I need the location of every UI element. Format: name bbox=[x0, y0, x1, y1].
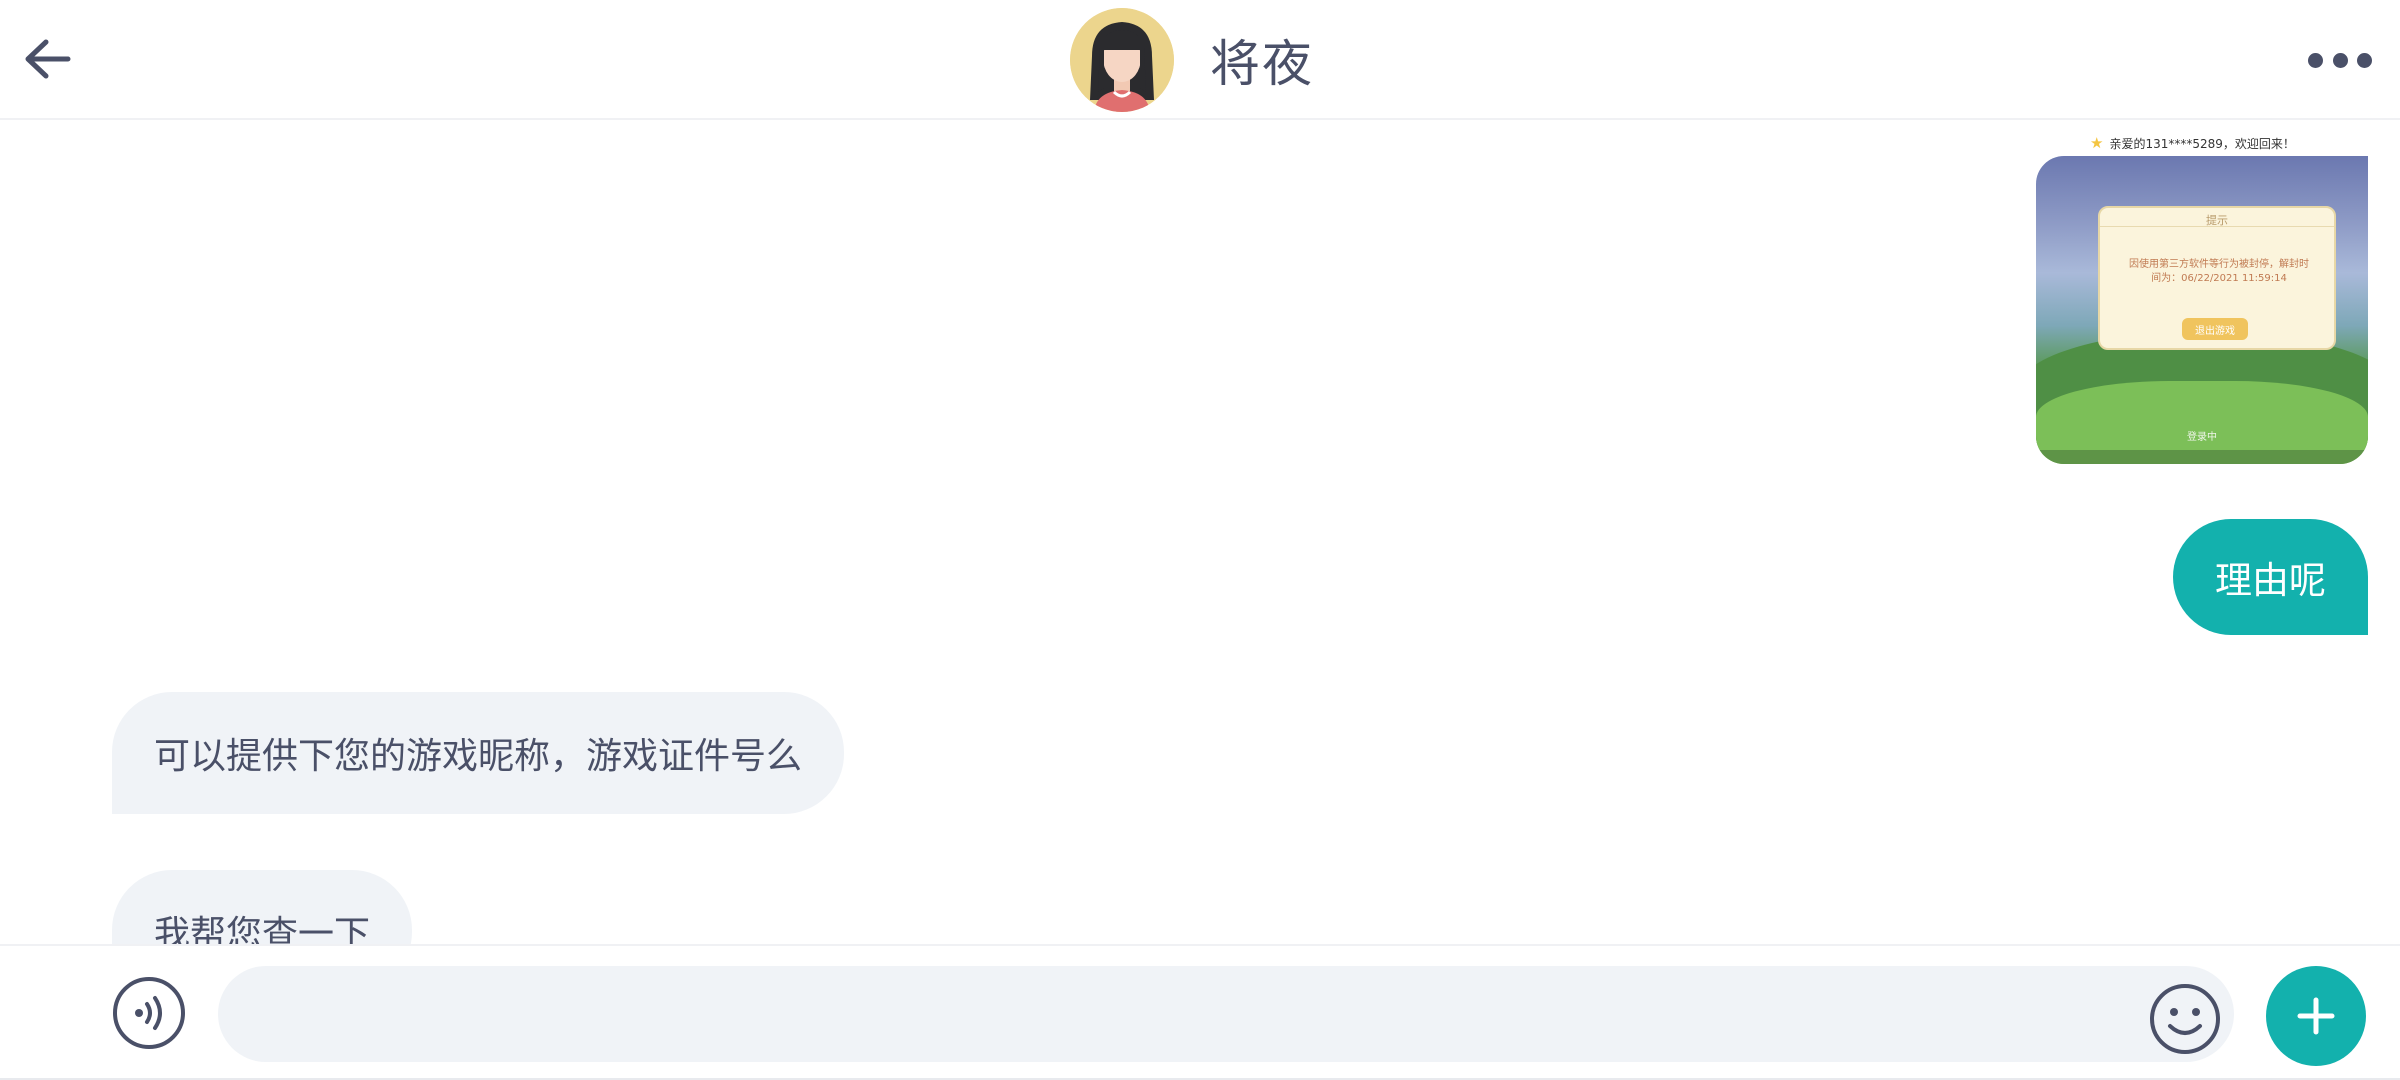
dialog-body-line: 间为：06/22/2021 11:59:14 bbox=[2151, 273, 2287, 284]
image-toast: ★ 亲爱的131****5289，欢迎回来！ bbox=[2090, 132, 2340, 154]
voice-button[interactable] bbox=[112, 976, 186, 1050]
dialog-exit-button: 退出游戏 bbox=[2182, 318, 2248, 340]
more-button[interactable] bbox=[2308, 48, 2372, 72]
emoji-button[interactable] bbox=[2148, 982, 2222, 1056]
message-list[interactable]: ★ 亲爱的131****5289，欢迎回来！ 提示 因使用第三方软件等行为被封停… bbox=[0, 122, 2400, 944]
dialog-body: 因使用第三方软件等行为被封停，解封时 间为：06/22/2021 11:59:1… bbox=[2110, 258, 2328, 286]
chat-header: 将夜 bbox=[0, 0, 2400, 120]
more-dots-icon bbox=[2357, 52, 2372, 68]
voice-icon bbox=[113, 977, 185, 1049]
incoming-message[interactable]: 我帮您查一下 bbox=[112, 870, 413, 944]
more-actions-button[interactable] bbox=[2266, 966, 2366, 1066]
arrow-left-icon bbox=[25, 39, 71, 79]
composer-bar bbox=[0, 944, 2400, 1080]
dialog-divider bbox=[2100, 226, 2334, 227]
more-dots-icon bbox=[2332, 52, 2348, 68]
message-input[interactable] bbox=[218, 966, 2234, 1062]
game-screenshot: 提示 因使用第三方软件等行为被封停，解封时 间为：06/22/2021 11:5… bbox=[2036, 156, 2368, 464]
dialog-body-line: 因使用第三方软件等行为被封停，解封时 bbox=[2129, 259, 2309, 270]
toast-text: 亲爱的131****5289，欢迎回来！ bbox=[2109, 136, 2295, 151]
ban-dialog: 提示 因使用第三方软件等行为被封停，解封时 间为：06/22/2021 11:5… bbox=[2098, 206, 2336, 350]
scene-footer bbox=[2036, 450, 2368, 464]
more-dots-icon bbox=[2308, 52, 2323, 68]
girl-avatar-icon bbox=[1070, 8, 1174, 112]
avatar[interactable] bbox=[1070, 8, 1174, 112]
incoming-message[interactable]: 可以提供下您的游戏昵称，游戏证件号么 bbox=[112, 692, 845, 814]
outgoing-message[interactable]: 理由呢 bbox=[2173, 519, 2368, 635]
image-message[interactable]: 提示 因使用第三方软件等行为被封停，解封时 间为：06/22/2021 11:5… bbox=[2036, 156, 2368, 464]
loading-text: 登录中 bbox=[2187, 432, 2217, 443]
emoji-icon bbox=[2150, 984, 2220, 1054]
contact-info[interactable]: 将夜 bbox=[1070, 8, 1314, 112]
star-icon: ★ bbox=[2090, 134, 2104, 152]
back-button[interactable] bbox=[22, 36, 74, 82]
plus-icon bbox=[2297, 997, 2335, 1035]
page-title: 将夜 bbox=[1210, 35, 1314, 93]
